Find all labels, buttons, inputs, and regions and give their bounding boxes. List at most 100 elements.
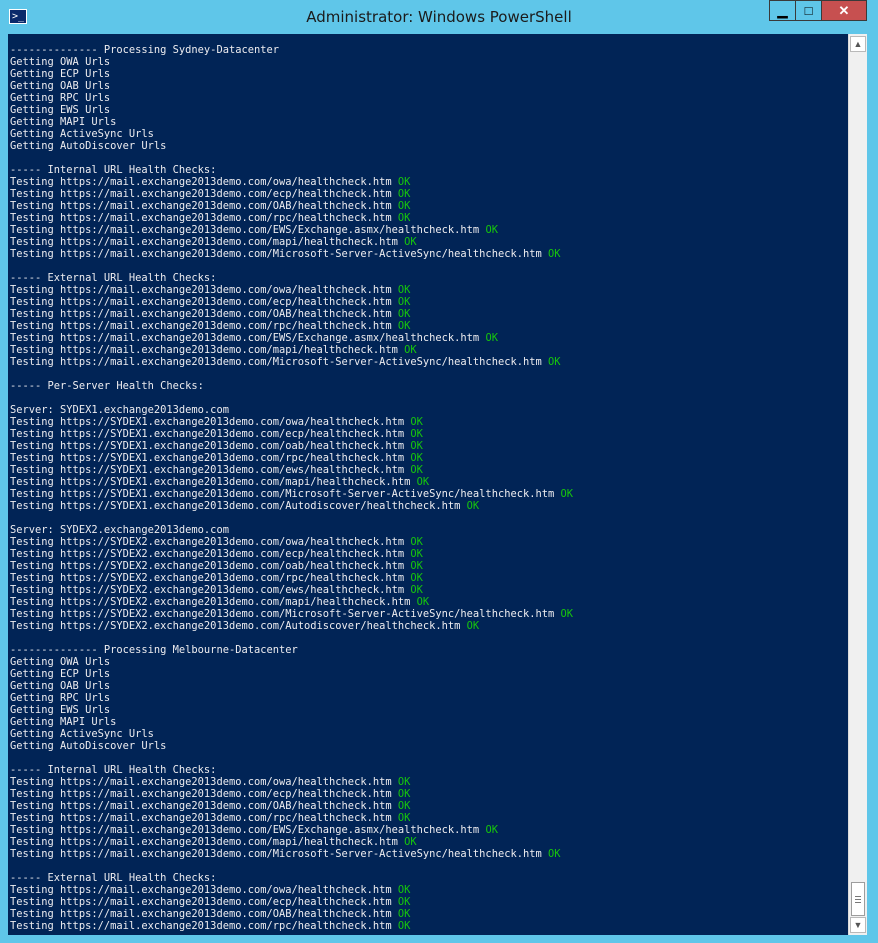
console-line-text: Testing https://mail.exchange2013demo.co… — [10, 188, 398, 200]
title-bar[interactable]: >_ Administrator: Windows PowerShell ▁ □… — [0, 0, 878, 34]
status-ok: OK — [397, 212, 411, 224]
console-line-text: Testing https://mail.exchange2013demo.co… — [10, 296, 398, 308]
console-line-text: Server: SYDEX1.exchange2013demo.com — [10, 404, 229, 416]
console-line: Testing https://mail.exchange2013demo.co… — [10, 296, 573, 308]
console-line-text: Getting MAPI Urls — [10, 716, 117, 728]
console-line-text: Testing https://mail.exchange2013demo.co… — [10, 920, 398, 932]
console-line-text: Testing https://mail.exchange2013demo.co… — [10, 776, 398, 788]
console-line-text: Getting ActiveSync Urls — [10, 128, 154, 140]
console-line: Testing https://mail.exchange2013demo.co… — [10, 332, 573, 344]
console-line-text: Testing https://mail.exchange2013demo.co… — [10, 236, 405, 248]
console-line-text: Testing https://mail.exchange2013demo.co… — [10, 788, 398, 800]
vertical-scrollbar[interactable]: ▲ ▼ — [848, 34, 867, 935]
status-ok: OK — [410, 440, 423, 452]
close-button[interactable]: ✕ — [821, 0, 867, 21]
console-line-text: Testing https://mail.exchange2013demo.co… — [10, 836, 405, 848]
console-line: -------------- Processing Melbourne-Data… — [10, 644, 573, 656]
status-ok: OK — [404, 836, 417, 848]
status-ok: OK — [397, 776, 411, 788]
status-ok: OK — [397, 200, 411, 212]
console-line-text: Getting ECP Urls — [10, 68, 111, 80]
status-ok: OK — [548, 248, 561, 260]
status-ok: OK — [485, 224, 498, 236]
console-line-text: Testing https://SYDEX2.exchange2013demo.… — [10, 596, 417, 608]
console-line: Testing https://mail.exchange2013demo.co… — [10, 776, 573, 788]
thumb-grip-line — [855, 899, 861, 900]
console-line-text: Testing https://SYDEX2.exchange2013demo.… — [10, 548, 411, 560]
console-line: Testing https://mail.exchange2013demo.co… — [10, 896, 573, 908]
console-line-text: Getting EWS Urls — [10, 104, 111, 116]
status-ok: OK — [397, 284, 411, 296]
status-ok: OK — [485, 332, 498, 344]
status-ok: OK — [397, 788, 411, 800]
console-line-text: Getting OWA Urls — [10, 56, 111, 68]
status-ok: OK — [410, 548, 423, 560]
scroll-down-button[interactable]: ▼ — [850, 917, 866, 933]
console-line: Getting ActiveSync Urls — [10, 728, 573, 740]
console-line: Getting OAB Urls — [10, 680, 573, 692]
status-ok: OK — [397, 812, 411, 824]
console-line: Getting OAB Urls — [10, 80, 573, 92]
console-line-text: Testing https://mail.exchange2013demo.co… — [10, 176, 398, 188]
minimize-button[interactable]: ▁ — [769, 0, 796, 21]
console-line: Getting EWS Urls — [10, 704, 573, 716]
console-line: Testing https://mail.exchange2013demo.co… — [10, 884, 573, 896]
console-output[interactable]: -------------- Processing Sydney-Datacen… — [8, 34, 848, 935]
console-line: ----- Internal URL Health Checks: — [10, 164, 573, 176]
console-line: Testing https://mail.exchange2013demo.co… — [10, 236, 573, 248]
console-line-text: ----- Internal URL Health Checks: — [10, 164, 217, 176]
console-line: ----- Per-Server Health Checks: — [10, 380, 573, 392]
status-ok: OK — [410, 428, 423, 440]
thumb-grip-line — [855, 902, 861, 903]
console-line-text: -------------- Processing Sydney-Datacen… — [10, 44, 279, 56]
console-line-text: Testing https://mail.exchange2013demo.co… — [10, 284, 398, 296]
console-line-text: Testing https://mail.exchange2013demo.co… — [10, 332, 486, 344]
status-ok: OK — [397, 920, 411, 932]
console-line: Testing https://SYDEX1.exchange2013demo.… — [10, 500, 573, 512]
console-line: Testing https://SYDEX2.exchange2013demo.… — [10, 596, 573, 608]
console-line-text: Getting AutoDiscover Urls — [10, 740, 167, 752]
console-line-text: ----- Internal URL Health Checks: — [10, 764, 217, 776]
console-line: Testing https://mail.exchange2013demo.co… — [10, 200, 573, 212]
console-line: Testing https://mail.exchange2013demo.co… — [10, 224, 573, 236]
console-line: Testing https://SYDEX2.exchange2013demo.… — [10, 620, 573, 632]
console-line: Testing https://mail.exchange2013demo.co… — [10, 308, 573, 320]
status-ok: OK — [397, 296, 411, 308]
console-line-text: -------------- Processing Melbourne-Data… — [10, 644, 298, 656]
maximize-button[interactable]: □ — [795, 0, 822, 21]
console-line-text: Testing https://SYDEX1.exchange2013demo.… — [10, 416, 411, 428]
status-ok: OK — [416, 476, 430, 488]
console-line-text: Testing https://SYDEX2.exchange2013demo.… — [10, 620, 467, 632]
console-line-text: Testing https://mail.exchange2013demo.co… — [10, 212, 398, 224]
console-line: Getting MAPI Urls — [10, 716, 573, 728]
console-line: Getting ECP Urls — [10, 668, 573, 680]
console-line: Testing https://mail.exchange2013demo.co… — [10, 176, 573, 188]
console-line: Testing https://SYDEX1.exchange2013demo.… — [10, 464, 573, 476]
console-line-text: Testing https://mail.exchange2013demo.co… — [10, 308, 398, 320]
console-line: Testing https://mail.exchange2013demo.co… — [10, 836, 573, 848]
console-line: Testing https://SYDEX2.exchange2013demo.… — [10, 536, 573, 548]
status-ok: OK — [397, 176, 411, 188]
thumb-grip-line — [855, 896, 861, 897]
console-line: Testing https://SYDEX2.exchange2013demo.… — [10, 548, 573, 560]
status-ok: OK — [410, 416, 423, 428]
console-line: Testing https://SYDEX2.exchange2013demo.… — [10, 560, 573, 572]
console-line-text: Getting OAB Urls — [10, 80, 111, 92]
console-lines: -------------- Processing Sydney-Datacen… — [10, 44, 573, 932]
status-ok: OK — [397, 908, 411, 920]
console-line-text: ----- Per-Server Health Checks: — [10, 380, 204, 392]
scroll-thumb[interactable] — [851, 882, 865, 916]
status-ok: OK — [404, 236, 417, 248]
status-ok: OK — [397, 188, 411, 200]
console-line-text: Testing https://SYDEX1.exchange2013demo.… — [10, 476, 417, 488]
console-line-text: Getting OAB Urls — [10, 680, 111, 692]
console-line-text: Testing https://mail.exchange2013demo.co… — [10, 848, 548, 860]
console-line: Getting RPC Urls — [10, 692, 573, 704]
console-line: Getting ActiveSync Urls — [10, 128, 573, 140]
scroll-up-button[interactable]: ▲ — [850, 36, 866, 52]
console-line: Getting AutoDiscover Urls — [10, 140, 573, 152]
console-line-text: ----- External URL Health Checks: — [10, 872, 217, 884]
